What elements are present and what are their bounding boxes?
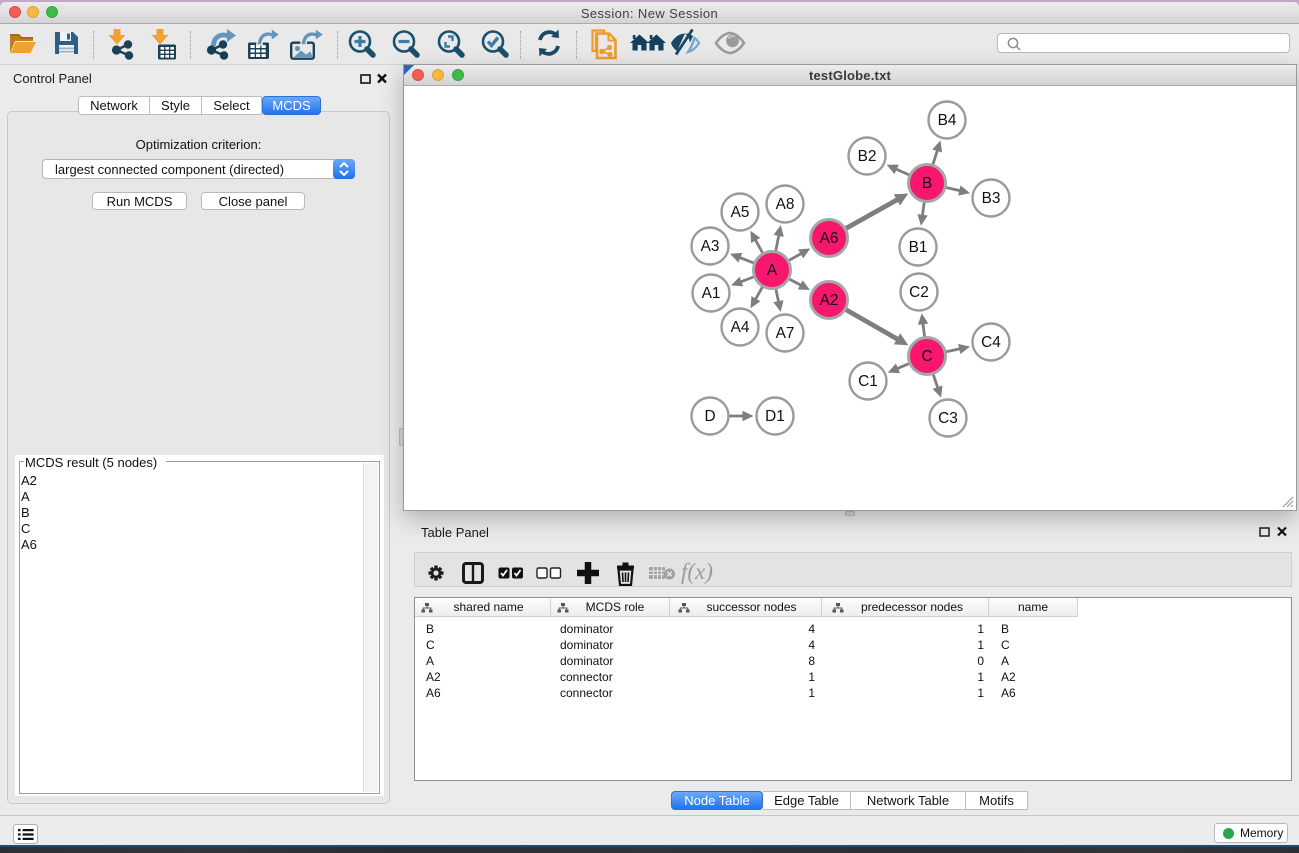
svg-text:C3: C3 xyxy=(938,410,958,427)
svg-text:A4: A4 xyxy=(731,319,750,336)
svg-text:B3: B3 xyxy=(982,190,1001,207)
svg-text:A1: A1 xyxy=(702,285,721,302)
svg-text:A5: A5 xyxy=(731,204,750,221)
svg-text:A6: A6 xyxy=(820,230,839,247)
svg-text:A2: A2 xyxy=(820,292,839,309)
svg-text:A: A xyxy=(767,262,778,279)
svg-text:B: B xyxy=(922,175,932,192)
svg-text:A7: A7 xyxy=(776,325,795,342)
svg-text:B4: B4 xyxy=(938,112,957,129)
svg-text:D: D xyxy=(704,408,715,425)
svg-text:B1: B1 xyxy=(909,239,928,256)
svg-text:C: C xyxy=(921,348,932,365)
svg-text:D1: D1 xyxy=(765,408,785,425)
svg-text:A8: A8 xyxy=(776,196,795,213)
svg-text:C2: C2 xyxy=(909,284,929,301)
svg-text:B2: B2 xyxy=(858,148,877,165)
svg-text:C1: C1 xyxy=(858,373,878,390)
svg-text:C4: C4 xyxy=(981,334,1001,351)
svg-text:A3: A3 xyxy=(701,238,720,255)
